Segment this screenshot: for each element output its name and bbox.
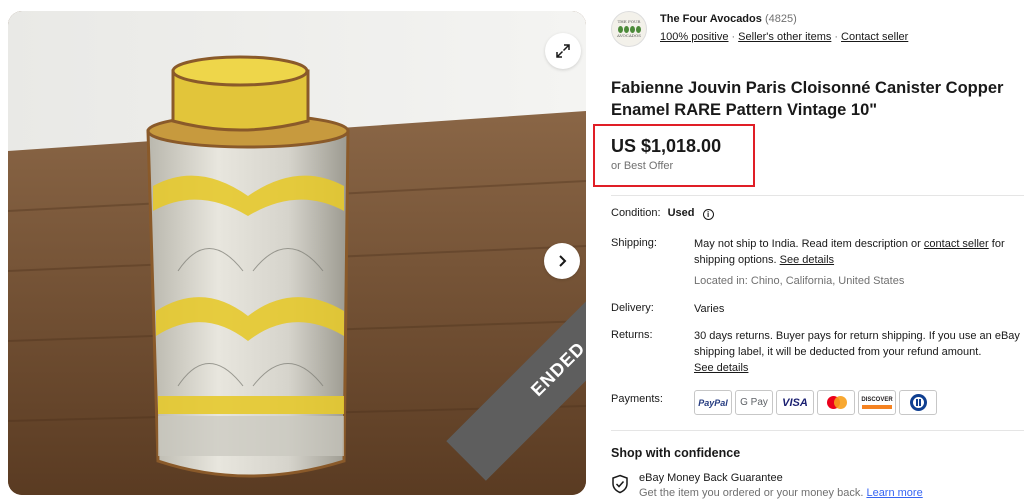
condition-row: Condition: Used i bbox=[611, 207, 714, 220]
shipping-see-details-link[interactable]: See details bbox=[780, 254, 834, 266]
shipping-text: May not ship to India. Read item descrip… bbox=[694, 238, 924, 250]
discover-icon: DISCOVER bbox=[858, 390, 896, 415]
guarantee-text: Get the item you ordered or your money b… bbox=[639, 487, 867, 499]
paypal-icon: PayPal bbox=[694, 390, 732, 415]
shipping-value: May not ship to India. Read item descrip… bbox=[694, 236, 1005, 289]
shop-with-confidence-title: Shop with confidence bbox=[611, 446, 741, 460]
visa-icon: VISA bbox=[776, 390, 814, 415]
contact-seller-link[interactable]: Contact seller bbox=[841, 31, 908, 43]
money-back-guarantee-title: eBay Money Back Guarantee bbox=[639, 472, 783, 484]
money-back-guarantee-desc: Get the item you ordered or your money b… bbox=[639, 487, 923, 499]
positive-feedback-link[interactable]: 100% positive bbox=[660, 31, 729, 43]
avocado-icon bbox=[617, 25, 641, 33]
listing-panel: THE FOUR AVOCADOS The Four Avocados (482… bbox=[593, 0, 1024, 504]
seller-name-text: The Four Avocados bbox=[660, 13, 762, 25]
contact-seller-link[interactable]: contact seller bbox=[924, 238, 989, 250]
seller-logo-text: AVOCADOS bbox=[617, 32, 641, 38]
condition-value: Used bbox=[667, 207, 695, 219]
shield-check-icon bbox=[612, 474, 628, 494]
returns-label: Returns: bbox=[611, 329, 653, 341]
returns-see-details-link[interactable]: See details bbox=[694, 362, 748, 374]
learn-more-link[interactable]: Learn more bbox=[866, 487, 922, 499]
shipping-label: Shipping: bbox=[611, 237, 657, 249]
seller-logo[interactable]: THE FOUR AVOCADOS bbox=[611, 11, 647, 47]
discover-text: DISCOVER bbox=[861, 396, 893, 403]
item-location: Located in: Chino, California, United St… bbox=[694, 275, 905, 287]
seller-name[interactable]: The Four Avocados (4825) bbox=[660, 13, 797, 25]
seller-logo-text: THE FOUR bbox=[617, 18, 641, 24]
feedback-count: (4825) bbox=[764, 13, 797, 25]
next-image-button[interactable] bbox=[544, 243, 580, 279]
expand-icon bbox=[556, 44, 570, 58]
returns-value: 30 days returns. Buyer pays for return s… bbox=[694, 328, 1020, 376]
seller-card: THE FOUR AVOCADOS The Four Avocados (482… bbox=[611, 11, 1024, 47]
google-pay-icon: G Pay bbox=[735, 390, 773, 415]
seller-other-items-link[interactable]: Seller's other items bbox=[738, 31, 831, 43]
chevron-right-icon bbox=[559, 255, 567, 267]
price: US $1,018.00 bbox=[611, 136, 722, 156]
returns-text: 30 days returns. Buyer pays for return s… bbox=[694, 330, 1020, 342]
info-icon[interactable]: i bbox=[702, 209, 714, 220]
listing-title: Fabienne Jouvin Paris Cloisonné Canister… bbox=[611, 79, 1004, 119]
delivery-value: Varies bbox=[694, 303, 725, 315]
returns-text: shipping label, it will be deducted from… bbox=[694, 346, 982, 358]
payments-label: Payments: bbox=[611, 393, 663, 405]
diners-club-icon bbox=[899, 390, 937, 415]
mastercard-icon bbox=[817, 390, 855, 415]
shipping-text: shipping options. bbox=[694, 254, 780, 266]
image-gallery[interactable]: ENDED bbox=[8, 11, 586, 495]
expand-button[interactable] bbox=[545, 33, 581, 69]
divider bbox=[611, 195, 1024, 196]
divider bbox=[611, 430, 1024, 431]
condition-label: Condition: bbox=[611, 207, 661, 219]
best-offer-text: or Best Offer bbox=[611, 160, 674, 172]
seller-links: 100% positive · Seller's other items · Conta… bbox=[660, 31, 909, 43]
shipping-text: for bbox=[988, 238, 1005, 250]
payment-methods: PayPal G Pay VISA DISCOVER bbox=[694, 390, 937, 415]
delivery-label: Delivery: bbox=[611, 302, 654, 314]
